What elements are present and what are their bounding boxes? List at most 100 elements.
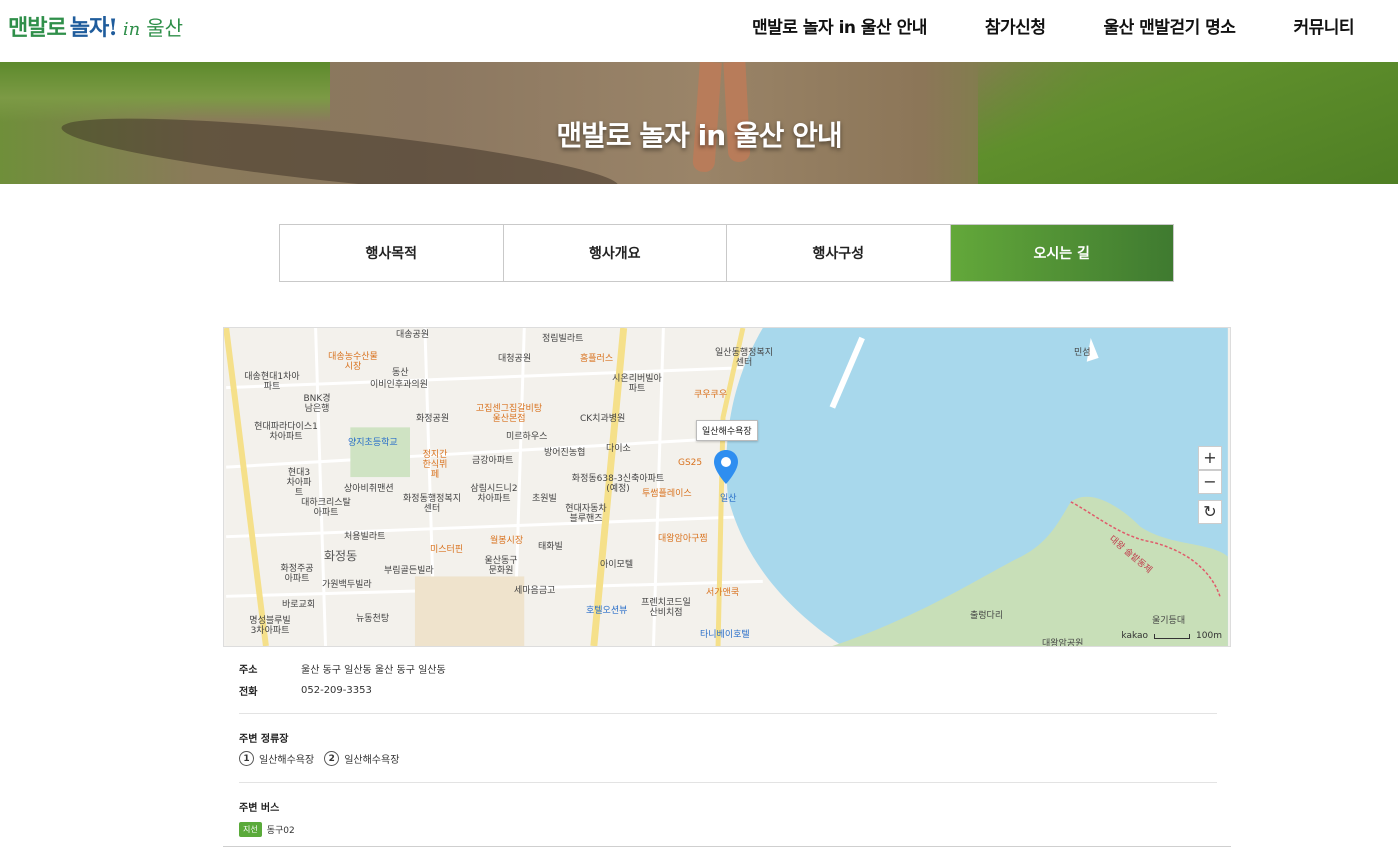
bus-title: 주변 버스 (239, 803, 280, 814)
zoom-control: + − ↻ (1198, 446, 1222, 524)
map-label: 서가앤쿡 (706, 588, 740, 598)
tab-program[interactable]: 행사구성 (727, 225, 951, 281)
kakao-logo: kakao (1121, 631, 1149, 641)
tab-directions[interactable]: 오시는 길 (950, 225, 1173, 281)
map-label: 명성블루빌3차아파트 (249, 616, 291, 636)
map-label: 초원빌 (532, 494, 557, 504)
map-label: 태화빌 (538, 542, 563, 552)
map-label: 쿠우쿠우 (694, 390, 728, 400)
map-label: 대하크리스탈아파트 (301, 498, 351, 518)
map-label: 처용빌라트 (344, 532, 386, 542)
list-item[interactable]: 2 일산해수욕장 (324, 751, 399, 766)
map-label: 대왕암아구찜 (658, 534, 708, 544)
nav-item-community[interactable]: 커뮤니티 (1293, 13, 1354, 38)
map-label: 상아비취맨션 (344, 484, 394, 494)
map-label: 프렌치코드일산비치점 (641, 598, 691, 618)
map-reset-icon[interactable]: ↻ (1198, 500, 1222, 524)
main-nav: 맨발로 놀자 in 울산 안내 참가신청 울산 맨발걷기 명소 커뮤니티 (752, 0, 1354, 50)
scale-label: 100m (1196, 631, 1222, 641)
address-value: 울산 동구 일산동 울산 동구 일산동 (301, 664, 446, 676)
scale-bar (1154, 633, 1191, 639)
nav-item-apply[interactable]: 참가신청 (985, 13, 1046, 38)
map-label: 현대3차아파트 (286, 468, 312, 498)
map-label: BNK경남은행 (303, 394, 331, 414)
tab-overview[interactable]: 행사개요 (503, 225, 727, 281)
hero-grass-left (0, 62, 330, 122)
map-label: 동산 (392, 368, 409, 378)
logo-text-1: 맨발로 (8, 15, 67, 41)
map-label: 이비인후과의원 (370, 380, 428, 390)
map-view[interactable]: 대송공원 정림빌라트 일산동행정복지센터 민섬 대송농수산물시장 동산 대청공원… (223, 327, 1231, 647)
map-label: 금강아파트 (472, 456, 514, 466)
map-label: 대송현대1차아파트 (244, 372, 300, 392)
address-row: 주소 울산 동구 일산동 울산 동구 일산동 (223, 657, 1231, 679)
map-label: GS25 (678, 458, 703, 468)
map-label: 대송농수산물시장 (328, 352, 378, 372)
bus-route[interactable]: 동구02 (267, 823, 295, 836)
zoom-out-button[interactable]: − (1198, 470, 1222, 494)
logo-text-2: 놀자! (69, 15, 118, 41)
map-label: 고집센그집갈비탕울산본점 (475, 404, 543, 424)
map-label: 뉴동천탕 (356, 614, 390, 624)
bus-type-badge: 지선 (239, 822, 262, 837)
parking-title: 주변 정류장 (239, 734, 289, 745)
nav-item-guide[interactable]: 맨발로 놀자 in 울산 안내 (752, 13, 927, 38)
hero-banner: 맨발로 놀자 in 울산 안내 (0, 62, 1398, 184)
map-label: 민섬 (1074, 348, 1091, 358)
bus-list: 지선 동구02 (223, 822, 1231, 837)
map-attribution: kakao 100m (1121, 631, 1222, 641)
nav-item-spots[interactable]: 울산 맨발걷기 명소 (1103, 13, 1235, 38)
map-marker-icon[interactable] (714, 450, 738, 484)
zoom-in-button[interactable]: + (1198, 446, 1222, 470)
logo-text-4: 울산 (146, 16, 184, 40)
map-label: 일산동행정복지센터 (715, 348, 773, 368)
map-label: 정지간한식뷔페 (422, 450, 448, 480)
map-label: 홈플러스 (580, 354, 614, 364)
number-icon: 1 (239, 751, 254, 766)
phone-value: 052-209-3353 (301, 684, 372, 696)
map-label: 대청공원 (498, 354, 532, 364)
map-label: 화정동행정복지센터 (403, 494, 461, 514)
map-label: 삼림시드니2차아파트 (470, 484, 518, 504)
map-label: 가원백두빌라 (322, 580, 372, 590)
location-info: 주소 울산 동구 일산동 울산 동구 일산동 전화 052-209-3353 주… (223, 647, 1231, 837)
map-label: 화정동 (324, 549, 358, 563)
map-label: 대왕암공원 (1042, 639, 1084, 647)
stop-name: 일산해수욕장 (259, 755, 315, 766)
phone-label: 전화 (239, 686, 258, 698)
map-label: 다이소 (606, 444, 631, 454)
parking-list: 1 일산해수욕장 2 일산해수욕장 (223, 751, 1231, 766)
logo-text-3: in (122, 19, 141, 40)
marker-callout[interactable]: 일산해수욕장 (696, 420, 758, 441)
map-label: 미르하우스 (506, 432, 548, 442)
number-icon: 2 (324, 751, 340, 766)
bottom-divider (223, 846, 1231, 847)
phone-row: 전화 052-209-3353 (223, 679, 1231, 701)
stop-name: 일산해수욕장 (344, 755, 400, 766)
map-label: 대송공원 (396, 330, 430, 340)
map-label: 호텔오션뷰 (586, 606, 628, 616)
map-label: 현대파라다이스1차아파트 (254, 422, 318, 442)
map-label: 화정주공아파트 (280, 564, 314, 584)
map-label: CK치과병원 (580, 414, 626, 424)
map-label: 출렁다리 (970, 611, 1004, 621)
map-label: 아이모텔 (600, 560, 634, 570)
marker-sub-label: 일산 (720, 494, 737, 504)
map-label: 울산동구문화원 (484, 556, 518, 576)
map-label: 바로교회 (282, 600, 316, 610)
map-label: 투썸플레이스 (642, 489, 692, 499)
tab-purpose[interactable]: 행사목적 (280, 225, 504, 281)
map-label: 방어진농협 (544, 448, 586, 458)
map-label: 타니베이호텔 (700, 630, 750, 640)
site-logo[interactable]: 맨발로 놀자! in 울산 (8, 10, 183, 44)
sub-tabs: 행사목적 행사개요 행사구성 오시는 길 (279, 224, 1174, 282)
map-label: 시온리버빌아파트 (612, 374, 662, 394)
map-label: 울기등대 (1152, 616, 1186, 626)
list-item[interactable]: 1 일산해수욕장 (239, 751, 314, 766)
page-title: 맨발로 놀자 in 울산 안내 (556, 119, 842, 152)
site-header: 맨발로 놀자! in 울산 맨발로 놀자 in 울산 안내 참가신청 울산 맨발… (0, 0, 1398, 62)
map-label: 양지초등학교 (348, 438, 398, 448)
map-label: 정림빌라트 (542, 334, 584, 344)
address-label: 주소 (239, 664, 258, 676)
map-label: 월봉시장 (490, 536, 524, 546)
